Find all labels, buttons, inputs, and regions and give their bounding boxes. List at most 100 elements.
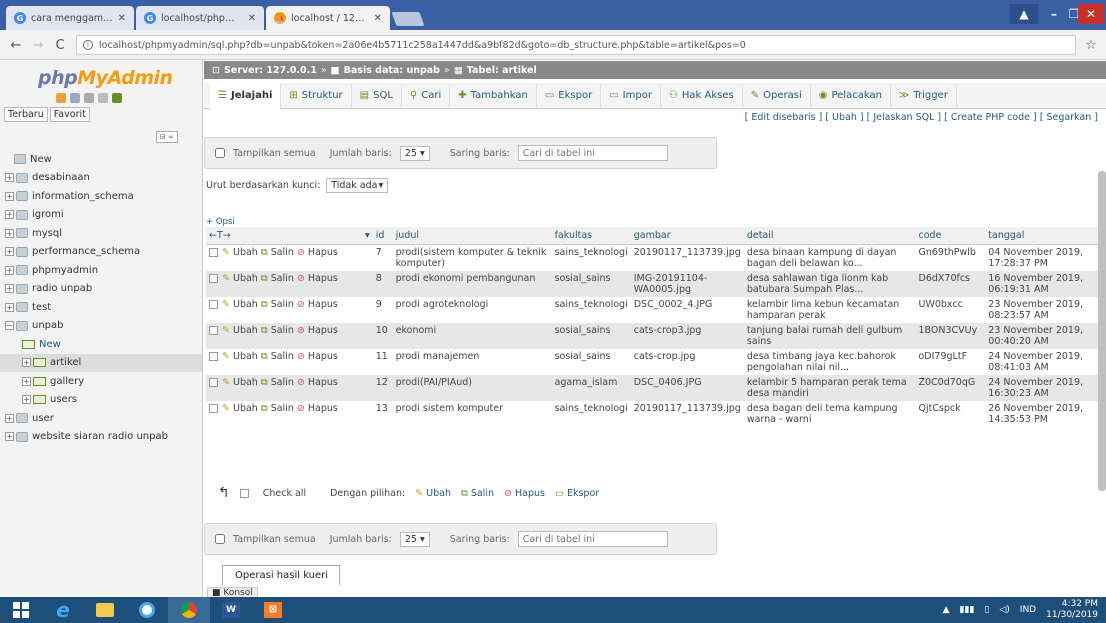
cell-judul[interactable]: prodi sistem komputer <box>392 401 552 427</box>
cell-id[interactable]: 8 <box>372 271 393 297</box>
tree-db[interactable]: + igromi <box>0 206 202 225</box>
tab-recent[interactable]: Terbaru <box>4 107 48 122</box>
delete-row-button[interactable]: ⊘ Hapus <box>297 247 338 258</box>
cell-fakultas[interactable]: sosial_sains <box>551 271 631 297</box>
expand-icon[interactable]: + <box>22 395 31 405</box>
tree-db[interactable]: + website siaran radio unpab <box>0 428 202 447</box>
collapse-all-button[interactable]: ⊟ ∞ <box>156 131 178 143</box>
delete-row-button[interactable]: ⊘ Hapus <box>297 325 338 336</box>
browser-tab-2[interactable]: G localhost/phpmyadmin - G ✕ <box>136 6 264 30</box>
header-judul[interactable]: judul <box>392 227 552 245</box>
edit-row-button[interactable]: ✎ Ubah <box>222 377 258 388</box>
docs-icon[interactable] <box>84 93 94 103</box>
cell-fakultas[interactable]: sains_teknologi <box>551 401 631 427</box>
edit-row-button[interactable]: ✎ Ubah <box>222 351 258 362</box>
header-tanggal[interactable]: tanggal <box>985 227 1099 245</box>
start-button[interactable] <box>0 597 42 623</box>
edit-row-button[interactable]: ✎ Ubah <box>222 403 258 414</box>
tab-sql[interactable]: ▤ SQL <box>352 82 402 109</box>
expand-icon[interactable]: + <box>5 228 14 238</box>
header-gambar[interactable]: gambar <box>630 227 744 245</box>
cell-id[interactable]: 9 <box>372 297 393 323</box>
cell-code[interactable]: Z0C0d70qG <box>915 375 986 401</box>
row-checkbox[interactable] <box>209 274 218 283</box>
breadcrumb-server[interactable]: Server: 127.0.0.1 <box>224 65 317 76</box>
expand-icon[interactable]: + <box>5 413 14 423</box>
bulk-delete-button[interactable]: ⊘ Hapus <box>504 488 545 499</box>
tree-db[interactable]: + information_schema <box>0 187 202 206</box>
cell-detail[interactable]: kelambir lima kebun kecamatan hamparan p… <box>743 297 916 323</box>
header-id[interactable]: id <box>372 227 393 245</box>
row-checkbox[interactable] <box>209 378 218 387</box>
copy-row-button[interactable]: ⧉ Salin <box>261 377 294 388</box>
tree-db[interactable]: + user <box>0 409 202 428</box>
cell-code[interactable]: UW0bxcc <box>915 297 986 323</box>
tab-structure[interactable]: ⊞ Struktur <box>281 82 352 109</box>
cell-tanggal[interactable]: 16 November 2019, 06:19:31 AM <box>985 271 1099 297</box>
cell-gambar[interactable]: cats-crop.jpg <box>630 349 744 375</box>
tab-export[interactable]: ▭ Ekspor <box>537 82 602 109</box>
cell-code[interactable]: 1BON3CVUy <box>915 323 986 349</box>
table-row[interactable]: ✎ Ubah ⧉ Salin ⊘ Hapus 12 prodi(PAI/PIAud)… <box>206 375 1099 401</box>
filter-rows-input[interactable] <box>517 145 668 161</box>
breadcrumb-database[interactable]: Basis data: unpab <box>344 65 440 76</box>
rows-select[interactable]: 25 ▾ <box>399 145 430 161</box>
tab-favorite[interactable]: Favorit <box>49 107 90 122</box>
tree-db[interactable]: + desabinaan <box>0 169 202 188</box>
cell-code[interactable]: QjtCspck <box>915 401 986 427</box>
edit-row-button[interactable]: ✎ Ubah <box>222 299 258 310</box>
expand-icon[interactable]: + <box>5 265 14 275</box>
explorer-taskbar-button[interactable] <box>84 597 126 623</box>
cell-id[interactable]: 10 <box>372 323 393 349</box>
cell-judul[interactable]: prodi ekonomi pembangunan <box>392 271 552 297</box>
show-all-checkbox[interactable] <box>215 148 225 158</box>
tree-db[interactable]: + phpmyadmin <box>0 261 202 280</box>
tree-db[interactable]: + mysql <box>0 224 202 243</box>
cell-code[interactable]: Gn69thPwlb <box>915 244 986 271</box>
forward-arrow-icon[interactable]: → <box>30 37 46 53</box>
tree-db[interactable]: + performance_schema <box>0 243 202 262</box>
cell-detail[interactable]: desa sahlawan tiga lionm kab batubara Su… <box>743 271 916 297</box>
query-results-operations[interactable]: Operasi hasil kueri <box>222 565 340 585</box>
rows-select[interactable]: 25 ▾ <box>399 531 430 547</box>
logout-icon[interactable] <box>70 93 80 103</box>
browser-tab-3[interactable]: ⛵ localhost / 127.0.0.1 / ... ✕ <box>266 6 390 30</box>
cell-judul[interactable]: prodi agroteknologi <box>392 297 552 323</box>
edit-row-button[interactable]: ✎ Ubah <box>222 325 258 336</box>
volume-icon[interactable]: ◁) <box>999 605 1009 615</box>
table-row[interactable]: ✎ Ubah ⧉ Salin ⊘ Hapus 11 prodi manajemen s… <box>206 349 1099 375</box>
edge-taskbar-button[interactable]: e <box>42 597 84 623</box>
copy-row-button[interactable]: ⧉ Salin <box>261 299 294 310</box>
cell-detail[interactable]: desa binaan kampung di dayan bagan deli … <box>743 244 916 271</box>
cell-id[interactable]: 11 <box>372 349 393 375</box>
cell-gambar[interactable]: 20190117_113739.jpg <box>630 244 744 271</box>
cell-judul[interactable]: prodi(PAI/PIAud) <box>392 375 552 401</box>
filter-rows-input[interactable] <box>517 531 668 547</box>
cell-gambar[interactable]: DSC_0002_4.JPG <box>630 297 744 323</box>
expand-icon[interactable]: + <box>5 210 14 220</box>
header-code[interactable]: code <box>915 227 986 245</box>
word-taskbar-button[interactable]: W <box>210 597 252 623</box>
tree-db[interactable]: + radio unpab <box>0 280 202 299</box>
tree-new-table[interactable]: New <box>0 335 202 354</box>
check-all-label[interactable]: Check all <box>263 488 306 499</box>
tree-table[interactable]: + gallery <box>0 372 202 391</box>
cell-detail[interactable]: desa timbang jaya kec.bahorok pengolahan… <box>743 349 916 375</box>
cell-judul[interactable]: prodi(sistem komputer & teknik komputer) <box>392 244 552 271</box>
show-all-checkbox[interactable] <box>215 534 225 544</box>
phpmyadmin-logo[interactable]: phpMyAdmin <box>38 67 173 89</box>
cell-tanggal[interactable]: 26 November 2019, 14:35:53 PM <box>985 401 1099 427</box>
cell-tanggal[interactable]: 23 November 2019, 08:23:57 AM <box>985 297 1099 323</box>
copy-row-button[interactable]: ⧉ Salin <box>261 403 294 414</box>
cell-tanggal[interactable]: 24 November 2019, 08:41:03 AM <box>985 349 1099 375</box>
table-row[interactable]: ✎ Ubah ⧉ Salin ⊘ Hapus 8 prodi ekonomi pem… <box>206 271 1099 297</box>
cell-id[interactable]: 13 <box>372 401 393 427</box>
cell-code[interactable]: D6dX70fcs <box>915 271 986 297</box>
cell-tanggal[interactable]: 04 November 2019, 17:28:37 PM <box>985 244 1099 271</box>
row-checkbox[interactable] <box>209 300 218 309</box>
collapse-icon[interactable]: − <box>5 321 14 331</box>
new-tab-button[interactable] <box>391 12 425 26</box>
cell-fakultas[interactable]: sains_teknologi <box>551 244 631 271</box>
tab-insert[interactable]: ✚ Tambahkan <box>450 82 537 109</box>
table-row[interactable]: ✎ Ubah ⧉ Salin ⊘ Hapus 13 prodi sistem kom… <box>206 401 1099 427</box>
